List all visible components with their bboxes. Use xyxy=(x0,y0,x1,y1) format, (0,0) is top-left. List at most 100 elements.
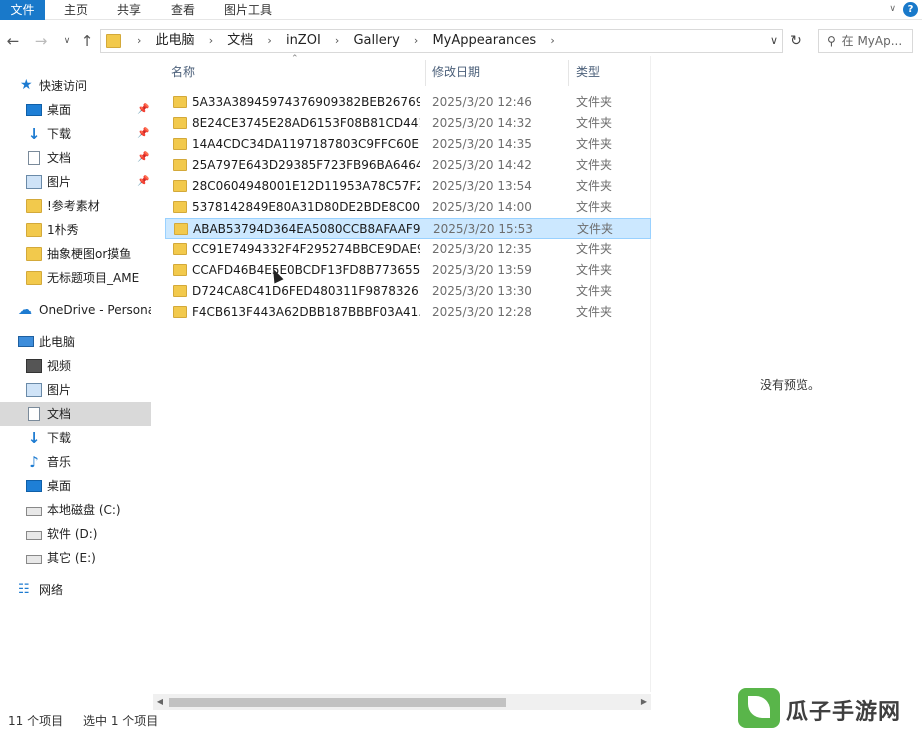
tab-home[interactable]: 主页 xyxy=(52,0,100,20)
column-header-row: ⌃ 名称 修改日期 类型 xyxy=(153,54,651,88)
table-row[interactable]: 14A4CDC34DA1197187803C9FFC60E... 2025/3/2… xyxy=(165,134,651,155)
nav-item-folder-memes[interactable]: 抽象梗图or摸鱼 xyxy=(0,242,151,266)
column-header-name[interactable]: 名称 xyxy=(171,56,195,88)
file-modified-date: 2025/3/20 14:42 xyxy=(432,158,532,172)
refresh-icon[interactable]: ↻ xyxy=(785,30,807,52)
table-row[interactable]: D724CA8C41D6FED480311F9878326... 2025/3/2… xyxy=(165,281,651,302)
watermark-logo-icon xyxy=(738,688,780,728)
column-header-date[interactable]: 修改日期 xyxy=(432,56,480,88)
table-row[interactable]: 8E24CE3745E28AD6153F08B81CD441... 2025/3/… xyxy=(165,113,651,134)
nav-item-pictures[interactable]: 图片 xyxy=(0,378,151,402)
table-row[interactable]: 25A797E643D29385F723FB96BA6464... 2025/3/… xyxy=(165,155,651,176)
search-input[interactable]: ⚲ 在 MyAp... xyxy=(818,29,913,53)
forward-arrow-icon[interactable]: → xyxy=(32,30,50,52)
tab-picture-tools[interactable]: 图片工具 xyxy=(214,0,282,20)
pin-icon[interactable]: 📌 xyxy=(137,170,149,194)
scrollbar-thumb[interactable] xyxy=(169,698,506,707)
tab-share[interactable]: 共享 xyxy=(106,0,152,20)
file-type: 文件夹 xyxy=(576,242,613,256)
horizontal-scrollbar[interactable]: ◀ ▶ xyxy=(153,694,651,710)
file-name: 28C0604948001E12D11953A78C57F2... xyxy=(192,179,420,193)
breadcrumb-inzoi[interactable]: inZOI xyxy=(286,33,321,48)
file-modified-date: 2025/3/20 15:53 xyxy=(433,222,533,236)
breadcrumb-separator-icon[interactable]: › xyxy=(550,34,554,47)
table-row[interactable]: ABAB53794D364EA5080CCB8AFAAF9... 2025/3/2… xyxy=(165,218,651,239)
tab-view[interactable]: 查看 xyxy=(160,0,206,20)
table-row[interactable]: 5378142849E80A31D80DE2BDE8C00... 2025/3/2… xyxy=(165,197,651,218)
breadcrumb-separator-icon[interactable]: › xyxy=(414,34,418,47)
computer-icon xyxy=(18,336,34,347)
nav-item-documents[interactable]: 文档 xyxy=(0,402,151,426)
table-row[interactable]: F4CB613F443A62DBB187BBBF03A41... 2025/3/2… xyxy=(165,302,651,323)
nav-item-drive-e[interactable]: 其它 (E:) xyxy=(0,546,151,570)
nav-item-music[interactable]: ♪ 音乐 xyxy=(0,450,151,474)
ribbon-expand-icon[interactable]: ∨ xyxy=(889,4,896,14)
column-divider[interactable] xyxy=(425,60,426,86)
breadcrumb-myappearances[interactable]: MyAppearances xyxy=(432,33,536,48)
scroll-left-arrow-icon[interactable]: ◀ xyxy=(153,694,167,710)
desktop-icon xyxy=(26,480,42,492)
nav-item-desktop[interactable]: 桌面 📌 xyxy=(0,98,151,122)
help-icon[interactable]: ? xyxy=(903,2,918,17)
table-row[interactable]: 28C0604948001E12D11953A78C57F2... 2025/3/… xyxy=(165,176,651,197)
nav-label: 软件 (D:) xyxy=(47,527,98,541)
table-row[interactable]: CCAFD46B4E5E0BCDF13FD8B773655... 2025/3/2… xyxy=(165,260,651,281)
column-header-type[interactable]: 类型 xyxy=(576,56,600,88)
breadcrumb-separator-icon: › xyxy=(137,34,142,47)
nav-item-folder-reference[interactable]: !参考素材 xyxy=(0,194,151,218)
nav-item-downloads[interactable]: ↓ 下载 📌 xyxy=(0,122,151,146)
nav-item-drive-c[interactable]: 本地磁盘 (C:) xyxy=(0,498,151,522)
breadcrumb-documents[interactable]: 文档 xyxy=(227,33,253,48)
file-type: 文件夹 xyxy=(576,158,613,172)
no-preview-text: 没有预览。 xyxy=(760,378,821,392)
nav-item-documents-quick[interactable]: 文档 📌 xyxy=(0,146,151,170)
search-icon: ⚲ xyxy=(827,34,836,48)
nav-item-drive-d[interactable]: 软件 (D:) xyxy=(0,522,151,546)
breadcrumb-separator-icon[interactable]: › xyxy=(335,34,339,47)
nav-item-videos[interactable]: 视频 xyxy=(0,354,151,378)
up-arrow-icon[interactable]: ↑ xyxy=(78,30,96,52)
nav-item-downloads-pc[interactable]: ↓ 下载 xyxy=(0,426,151,450)
address-dropdown-chevron-icon[interactable]: ∨ xyxy=(770,30,778,52)
file-name: 5A33A38945974376909382BEB26769... xyxy=(192,95,420,109)
preview-pane: 没有预览。 xyxy=(652,56,922,692)
file-modified-date: 2025/3/20 12:28 xyxy=(432,305,532,319)
nav-label: 下载 xyxy=(47,127,72,141)
address-bar[interactable]: › 此电脑 › 文档 › inZOI › Gallery › MyAppeara… xyxy=(100,29,783,53)
file-name: CC91E7494332F4F295274BBCE9DAE9... xyxy=(192,242,420,256)
nav-onedrive[interactable]: ☁ OneDrive - Persona xyxy=(0,298,151,322)
nav-item-folder-1[interactable]: 1朴秀 xyxy=(0,218,151,242)
nav-label: 1朴秀 xyxy=(47,223,79,237)
pin-icon[interactable]: 📌 xyxy=(137,122,149,146)
document-icon xyxy=(28,407,40,421)
file-name: 25A797E643D29385F723FB96BA6464... xyxy=(192,158,420,172)
breadcrumb-separator-icon[interactable]: › xyxy=(267,34,271,47)
pin-icon[interactable]: 📌 xyxy=(137,146,149,170)
nav-item-pictures-quick[interactable]: 图片 📌 xyxy=(0,170,151,194)
tab-file[interactable]: 文件 xyxy=(0,0,45,20)
folder-icon xyxy=(26,271,42,285)
nav-item-desktop-pc[interactable]: 桌面 xyxy=(0,474,151,498)
table-row[interactable]: CC91E7494332F4F295274BBCE9DAE9... 2025/3/… xyxy=(165,239,651,260)
nav-item-folder-ame[interactable]: 无标题项目_AME xyxy=(0,266,151,290)
nav-network[interactable]: ☷ 网络 xyxy=(0,578,151,602)
breadcrumb-gallery[interactable]: Gallery xyxy=(353,33,399,48)
recent-locations-chevron-icon[interactable]: ∨ xyxy=(58,30,76,52)
breadcrumb-separator-icon[interactable]: › xyxy=(209,34,213,47)
folder-icon xyxy=(173,117,187,129)
file-type: 文件夹 xyxy=(576,263,613,277)
table-row[interactable]: 5A33A38945974376909382BEB26769... 2025/3/… xyxy=(165,92,651,113)
nav-quick-access[interactable]: ★ 快速访问 xyxy=(0,74,151,98)
breadcrumb-this-pc[interactable]: 此电脑 xyxy=(156,33,195,48)
nav-label: 桌面 xyxy=(47,103,72,117)
file-name: F4CB613F443A62DBB187BBBF03A41... xyxy=(192,305,420,319)
pictures-icon xyxy=(26,383,42,397)
file-type: 文件夹 xyxy=(576,137,613,151)
pin-icon[interactable]: 📌 xyxy=(137,98,149,122)
back-arrow-icon[interactable]: ← xyxy=(4,30,22,52)
file-explorer-window: 文件 主页 共享 查看 图片工具 ∨ ? ← → ∨ ↑ › 此电脑 › 文档 … xyxy=(0,0,922,733)
navigation-pane: ★ 快速访问 桌面 📌 ↓ 下载 📌 文档 📌 图片 📌 !参考素材 1朴秀 抽… xyxy=(0,64,151,704)
scroll-right-arrow-icon[interactable]: ▶ xyxy=(637,694,651,710)
column-divider[interactable] xyxy=(568,60,569,86)
nav-this-pc[interactable]: 此电脑 xyxy=(0,330,151,354)
